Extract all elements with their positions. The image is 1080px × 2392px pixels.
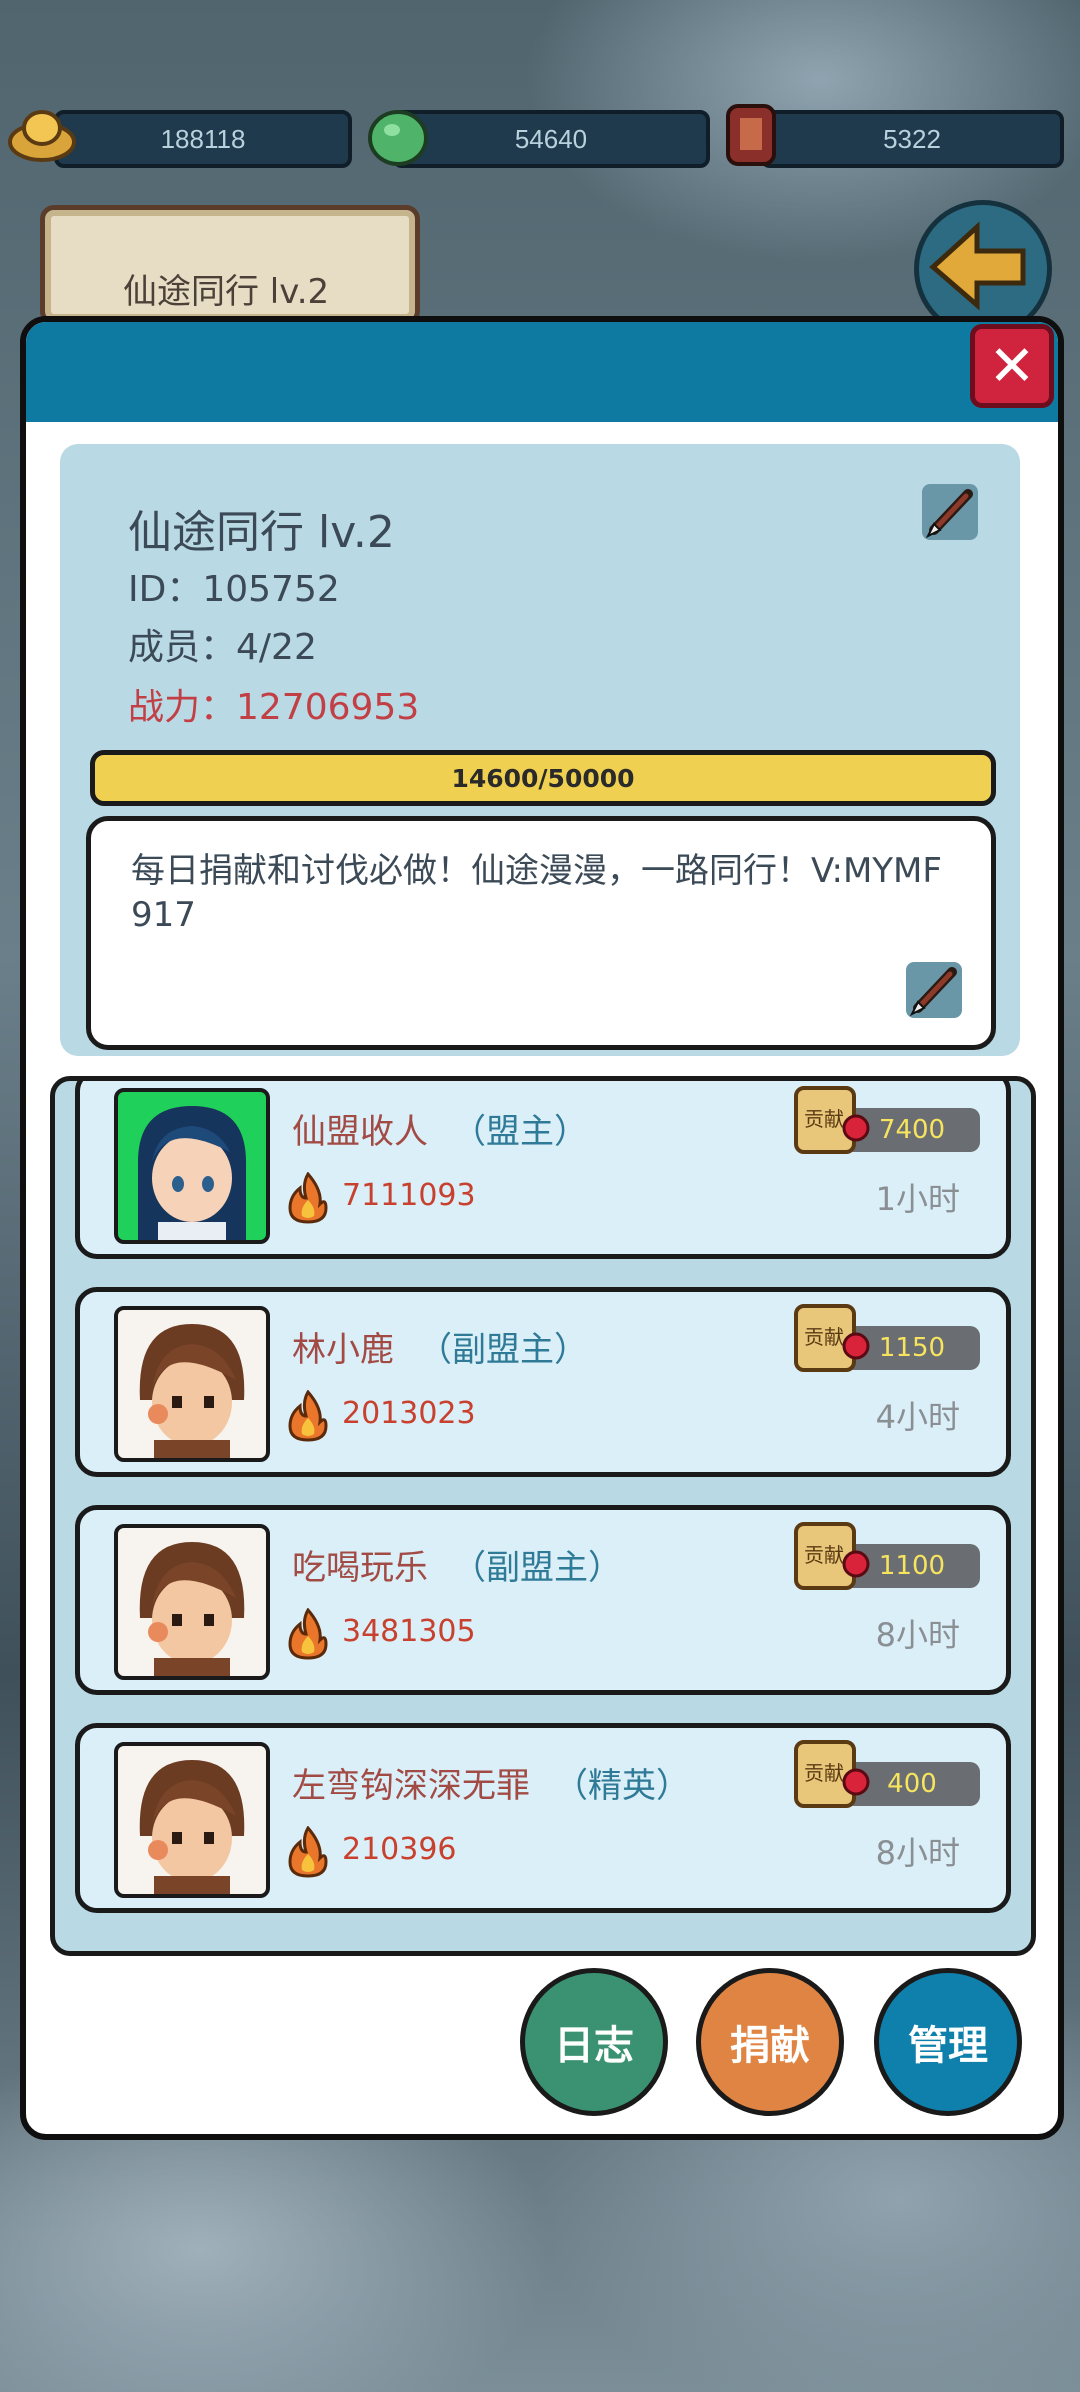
member-role: （精英）	[554, 1766, 690, 1806]
contribution-scroll-icon: 贡献	[794, 1304, 870, 1372]
svg-text:贡献: 贡献	[804, 1761, 844, 1785]
close-button[interactable]: ✕	[970, 324, 1054, 408]
guild-power: 战力：12706953	[128, 687, 420, 728]
member-avatar	[114, 1306, 270, 1462]
guild-exp-progress-bar: 14600/50000	[90, 750, 996, 806]
guild-notice-box: 每日捐献和讨伐必做！仙途漫漫，一路同行！V:MYMF917	[86, 816, 996, 1050]
edit-notice-button[interactable]	[906, 962, 962, 1018]
guild-id: ID：105752	[128, 569, 340, 610]
member-avatar	[114, 1742, 270, 1898]
member-power: 210396	[342, 1832, 457, 1867]
close-icon: ✕	[988, 333, 1036, 399]
member-name-text: 林小鹿	[292, 1330, 394, 1370]
log-button-label: 日志	[554, 2023, 634, 2069]
leader-avatar	[114, 1088, 270, 1244]
contribution-scroll-icon: 贡献	[794, 1086, 870, 1154]
talisman-bag-icon	[726, 104, 776, 166]
brush-pen-icon	[909, 967, 957, 1017]
guild-notice-text: 每日捐献和讨伐必做！仙途漫漫，一路同行！V:MYMF917	[131, 851, 942, 935]
gold-ingot-icon	[8, 110, 76, 162]
guild-members-count: 成员：4/22	[128, 627, 317, 668]
contribution-scroll-icon: 贡献	[794, 1740, 870, 1808]
progress-text: 14600/50000	[451, 763, 635, 793]
member-last-online: 8小时	[875, 1616, 960, 1654]
member-name: 林小鹿 （副盟主）	[292, 1322, 588, 1371]
member-last-online: 1小时	[875, 1180, 960, 1218]
member-name: 吃喝玩乐 （副盟主）	[292, 1540, 622, 1589]
gold-counter: 188118	[54, 110, 352, 168]
member-row-3[interactable]: 左弯钩深深无罪 （精英） 210396 400 贡献 8小时	[75, 1723, 1011, 1913]
member-power: 3481305	[342, 1614, 476, 1649]
talisman-value: 5322	[883, 123, 941, 154]
manage-button-label: 管理	[908, 2023, 988, 2069]
member-avatar-portrait	[139, 1324, 245, 1458]
fire-icon	[288, 1608, 328, 1660]
member-name: 仙盟收人 （盟主）	[292, 1104, 588, 1153]
member-avatar	[114, 1524, 270, 1680]
member-power: 7111093	[342, 1178, 476, 1213]
jade-stone-icon	[368, 110, 428, 166]
member-name-text: 仙盟收人	[292, 1112, 428, 1152]
donate-button[interactable]: 捐献	[696, 1968, 844, 2116]
member-row-1[interactable]: 林小鹿 （副盟主） 2013023 1150 贡献 4小时	[75, 1287, 1011, 1477]
svg-text:贡献: 贡献	[804, 1543, 844, 1567]
edit-name-button[interactable]	[922, 484, 978, 540]
contribution-value: 7400	[878, 1115, 946, 1145]
fire-icon	[288, 1390, 328, 1442]
scroll-title-text: 仙途同行 lv.2	[123, 272, 330, 312]
panel-header	[26, 322, 1058, 422]
jade-value: 54640	[514, 123, 588, 154]
member-power: 2013023	[342, 1396, 476, 1431]
member-role: （副盟主）	[452, 1548, 622, 1588]
contribution-scroll-icon: 贡献	[794, 1522, 870, 1590]
jade-counter: 54640	[392, 110, 710, 168]
member-name-text: 吃喝玩乐	[292, 1548, 428, 1588]
member-role: （副盟主）	[418, 1330, 588, 1370]
member-row-2[interactable]: 吃喝玩乐 （副盟主） 3481305 1100 贡献 8小时	[75, 1505, 1011, 1695]
manage-button[interactable]: 管理	[874, 1968, 1022, 2116]
talisman-counter: 5322	[760, 110, 1064, 168]
fire-icon	[288, 1826, 328, 1878]
fire-icon	[288, 1172, 328, 1224]
member-name: 左弯钩深深无罪 （精英）	[292, 1758, 690, 1807]
member-name-text: 左弯钩深深无罪	[292, 1766, 530, 1806]
log-button[interactable]: 日志	[520, 1968, 668, 2116]
member-list[interactable]: 仙盟收人 （盟主） 7111093 7400 贡献 1小时 林小鹿 （副盟主） 20…	[50, 1076, 1036, 1956]
donate-button-label: 捐献	[730, 2023, 810, 2069]
member-last-online: 8小时	[875, 1834, 960, 1872]
svg-text:贡献: 贡献	[804, 1325, 844, 1349]
brush-pen-icon	[925, 489, 973, 539]
member-avatar-portrait	[139, 1760, 245, 1894]
member-role: （盟主）	[452, 1112, 588, 1152]
back-arrow-icon	[929, 221, 1026, 311]
member-last-online: 4小时	[875, 1398, 960, 1436]
contribution-value: 400	[887, 1769, 937, 1799]
gold-value: 188118	[160, 123, 246, 154]
guild-title-scroll: 仙途同行 lv.2	[40, 205, 420, 325]
leader-avatar-portrait	[138, 1106, 246, 1240]
contribution-value: 1150	[878, 1333, 946, 1363]
contribution-value: 1100	[878, 1551, 946, 1581]
svg-text:贡献: 贡献	[804, 1107, 844, 1131]
member-avatar-portrait	[139, 1542, 245, 1676]
member-row-0[interactable]: 仙盟收人 （盟主） 7111093 7400 贡献 1小时	[75, 1081, 1011, 1259]
guild-name: 仙途同行 lv.2	[128, 507, 395, 558]
